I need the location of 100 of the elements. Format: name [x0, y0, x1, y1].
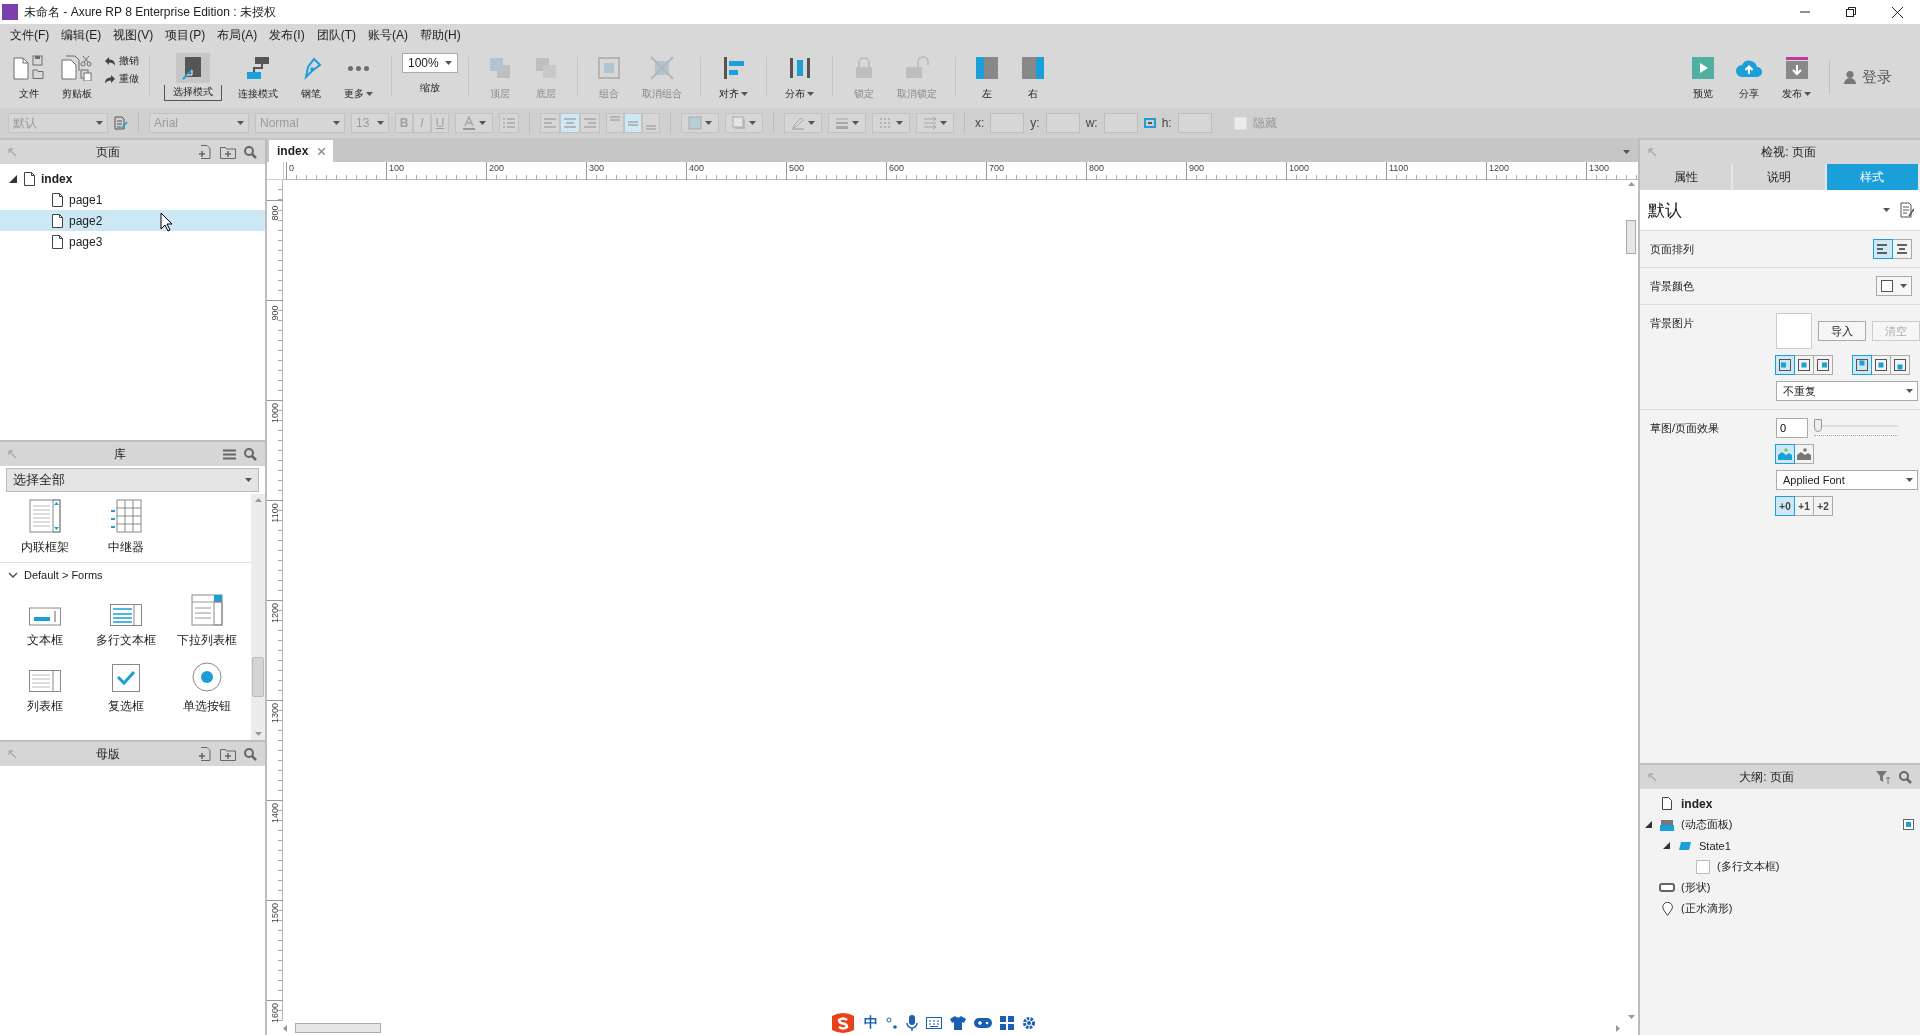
- search-icon: [1899, 770, 1912, 784]
- panel-title: 检视: 页面: [1760, 143, 1817, 161]
- square-dot-icon: [1798, 359, 1810, 371]
- font-offset-button[interactable]: +0: [1775, 496, 1795, 516]
- caret-icon: [808, 121, 815, 125]
- widget-item[interactable]: 列表框: [4, 659, 85, 715]
- toolbar-button[interactable]: 分布: [777, 51, 822, 103]
- color-mode-button[interactable]: [1775, 444, 1795, 464]
- inspector-tab[interactable]: 说明: [1733, 164, 1827, 190]
- widget-item[interactable]: 单选按钮: [166, 659, 247, 715]
- toolbar-button[interactable]: 重做: [104, 72, 139, 86]
- page-item[interactable]: page3: [0, 231, 265, 252]
- align-lines-icon: [543, 116, 557, 130]
- ruler-label: 200: [489, 163, 505, 173]
- toolbar-button[interactable]: 分享: [1728, 51, 1770, 103]
- stacked-squares-icon: [533, 55, 559, 81]
- toolbar-button[interactable]: 对齐: [711, 51, 756, 103]
- caret-icon: [896, 121, 903, 125]
- widget-item[interactable]: 下拉列表框: [166, 593, 247, 649]
- outline-item[interactable]: (动态面板): [1644, 814, 1920, 835]
- menu-item[interactable]: 项目(P): [159, 24, 212, 46]
- color-mode-button[interactable]: [1794, 444, 1814, 464]
- toolbar-button[interactable]: 选择模式: [160, 51, 226, 103]
- input-mode-toggle[interactable]: 中: [864, 1014, 878, 1032]
- font-offset-button[interactable]: +2: [1813, 496, 1833, 516]
- library-dropdown[interactable]: 选择全部: [6, 468, 259, 492]
- outline-item[interactable]: State1: [1644, 835, 1920, 856]
- menu-item[interactable]: 团队(T): [310, 24, 362, 46]
- widget-item[interactable]: 内联框架: [4, 500, 85, 556]
- style-name: 默认: [1648, 199, 1683, 222]
- page-icon: [1662, 797, 1672, 810]
- toolbar-button[interactable]: 撤销: [104, 54, 139, 68]
- layers-icon: [1660, 818, 1674, 831]
- font-offset-button[interactable]: +1: [1794, 496, 1814, 516]
- menu-item[interactable]: 帮助(H): [414, 24, 467, 46]
- zoom-label: 缩放: [420, 81, 440, 95]
- field-label: x:: [975, 116, 985, 130]
- image-align-button[interactable]: [1794, 355, 1814, 375]
- caret-icon: [1906, 478, 1913, 482]
- pencil-icon: [791, 116, 805, 130]
- outline-item[interactable]: index: [1644, 793, 1920, 814]
- scroll-up-icon: [254, 498, 262, 502]
- library-section-header[interactable]: Default > Forms: [0, 562, 251, 587]
- widget-item[interactable]: 文本框: [4, 593, 85, 649]
- color-picker-button[interactable]: [1876, 276, 1912, 296]
- toolbar-button[interactable]: 发布: [1774, 51, 1819, 103]
- document-tab[interactable]: index: [269, 140, 334, 162]
- widget-item[interactable]: 多行文本框: [85, 593, 166, 649]
- page-item[interactable]: page2: [0, 210, 265, 231]
- toolbar-button[interactable]: 右: [1012, 51, 1054, 103]
- outline-item[interactable]: (正水滴形): [1644, 898, 1920, 919]
- toolbar-button[interactable]: 钢笔: [290, 51, 332, 103]
- toolbar-button[interactable]: 预览: [1682, 51, 1724, 103]
- repeat-dropdown[interactable]: 不重复: [1776, 381, 1918, 401]
- search-icon: [244, 145, 257, 159]
- scroll-thumb[interactable]: [252, 657, 264, 697]
- mouse-pointer-icon: [160, 212, 173, 232]
- outline-item[interactable]: (形状): [1644, 877, 1920, 898]
- widget-item[interactable]: 中继器: [85, 500, 166, 556]
- login-button[interactable]: 登录: [1844, 67, 1912, 87]
- microphone-icon: [906, 1015, 918, 1031]
- inspector-tab[interactable]: 属性: [1640, 164, 1734, 190]
- toolbar-button[interactable]: 连接模式: [230, 51, 286, 103]
- page-item[interactable]: page1: [0, 189, 265, 210]
- widget-item[interactable]: 复选框: [85, 659, 166, 715]
- caret-icon: [1623, 150, 1630, 154]
- panel-title: 库: [113, 445, 127, 463]
- image-align-button[interactable]: [1775, 355, 1795, 375]
- scroll-thumb[interactable]: [1626, 220, 1636, 254]
- image-align-button[interactable]: [1852, 355, 1872, 375]
- toolbar-button[interactable]: 文件: [8, 51, 50, 103]
- panel-title: 页面: [94, 143, 121, 161]
- menu-item[interactable]: 视图(V): [107, 24, 160, 46]
- menu-item[interactable]: 布局(A): [211, 24, 264, 46]
- restore-icon: [1846, 7, 1856, 17]
- slider-thumb[interactable]: [1814, 418, 1822, 432]
- page-align-button[interactable]: [1873, 239, 1893, 259]
- menu-item[interactable]: 发布(I): [263, 24, 311, 46]
- zoom-dropdown[interactable]: 100%: [402, 53, 458, 73]
- menu-item[interactable]: 文件(F): [4, 24, 56, 46]
- image-align-button[interactable]: [1871, 355, 1891, 375]
- font-dropdown[interactable]: Applied Font: [1776, 470, 1918, 490]
- image-align-button[interactable]: [1813, 355, 1833, 375]
- outline-item[interactable]: (多行文本框): [1644, 856, 1920, 877]
- toolbar-button[interactable]: 左: [966, 51, 1008, 103]
- property-label: 背景图片: [1650, 316, 1695, 331]
- toolbar-button[interactable]: 更多: [336, 51, 381, 103]
- menu-item[interactable]: 账号(A): [362, 24, 414, 46]
- filter-icon: [1876, 770, 1891, 784]
- scrollbar[interactable]: [251, 494, 265, 740]
- sketch-value-field[interactable]: 0: [1776, 418, 1808, 438]
- image-button[interactable]: 导入: [1818, 321, 1866, 341]
- menu-item[interactable]: 编辑(E): [55, 24, 108, 46]
- toolbar-button[interactable]: 剪贴板: [54, 51, 100, 103]
- page-item[interactable]: index: [0, 168, 265, 189]
- expanded-triangle-icon: [1645, 821, 1652, 828]
- page-align-button[interactable]: [1892, 239, 1912, 259]
- image-align-button[interactable]: [1890, 355, 1910, 375]
- scroll-thumb[interactable]: [295, 1023, 381, 1033]
- ruler-label: 100: [389, 163, 405, 173]
